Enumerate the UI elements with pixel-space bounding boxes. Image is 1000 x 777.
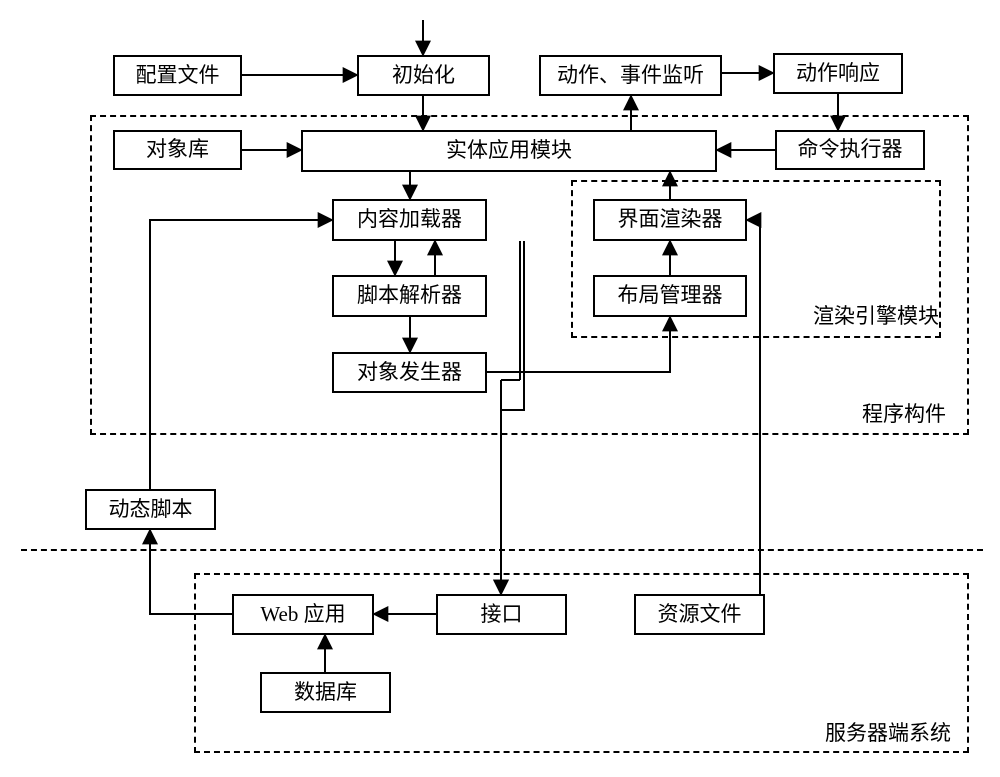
node-action-listener: 动作、事件监听 <box>539 55 722 96</box>
node-script-parser: 脚本解析器 <box>332 275 487 317</box>
text-object-library: 对象库 <box>146 138 209 161</box>
node-ui-renderer: 界面渲染器 <box>593 199 747 241</box>
text-content-loader: 内容加载器 <box>357 208 462 231</box>
node-action-response: 动作响应 <box>773 53 903 94</box>
node-resource-file: 资源文件 <box>634 594 765 635</box>
node-dynamic-script: 动态脚本 <box>85 489 216 530</box>
label-server-side: 服务器端系统 <box>825 717 951 747</box>
text-web-app: Web 应用 <box>260 603 345 626</box>
node-interface: 接口 <box>436 594 567 635</box>
text-resource-file: 资源文件 <box>658 603 742 626</box>
text-entity-app-module: 实体应用模块 <box>446 139 572 162</box>
text-layout-manager: 布局管理器 <box>618 284 723 307</box>
text-database: 数据库 <box>294 681 357 704</box>
text-dynamic-script: 动态脚本 <box>109 498 193 521</box>
text-config-file: 配置文件 <box>136 64 220 87</box>
node-initialize: 初始化 <box>357 55 490 96</box>
diagram-canvas: 渲染引擎模块 程序构件 服务器端系统 配置文件 初始化 动作、事件监听 动作响应… <box>0 0 1000 777</box>
label-render-engine: 渲染引擎模块 <box>813 300 939 330</box>
node-database: 数据库 <box>260 672 391 713</box>
node-web-app: Web 应用 <box>232 594 374 635</box>
node-layout-manager: 布局管理器 <box>593 275 747 317</box>
text-action-response: 动作响应 <box>796 62 880 85</box>
label-program-component: 程序构件 <box>862 398 946 428</box>
node-object-generator: 对象发生器 <box>332 352 487 393</box>
text-command-executor: 命令执行器 <box>798 138 903 161</box>
text-action-listener: 动作、事件监听 <box>557 64 704 87</box>
node-object-library: 对象库 <box>113 130 242 170</box>
text-script-parser: 脚本解析器 <box>357 284 462 307</box>
node-command-executor: 命令执行器 <box>775 130 925 170</box>
text-ui-renderer: 界面渲染器 <box>618 208 723 231</box>
text-object-generator: 对象发生器 <box>357 361 462 384</box>
text-initialize: 初始化 <box>392 64 455 87</box>
text-interface: 接口 <box>481 603 523 626</box>
node-content-loader: 内容加载器 <box>332 199 487 241</box>
top-dashed-divider <box>21 549 983 551</box>
node-entity-app-module: 实体应用模块 <box>301 130 717 172</box>
node-config-file: 配置文件 <box>113 55 242 96</box>
